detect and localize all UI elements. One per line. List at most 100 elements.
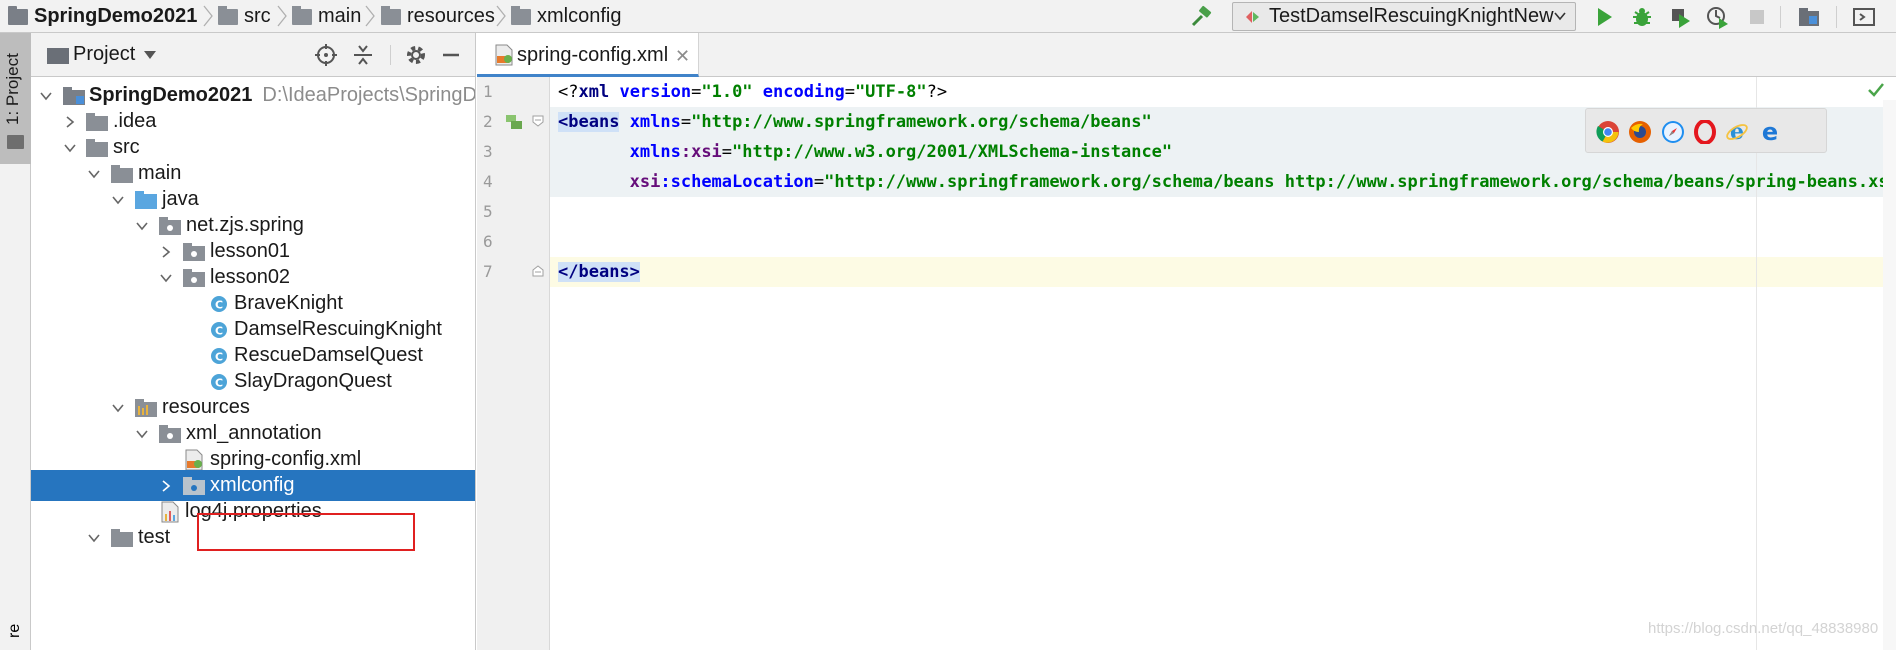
chevron-right-icon[interactable]	[159, 245, 173, 259]
xml-attr-value: "http://www.springframework.org/schema/b…	[824, 172, 1896, 192]
xml-tag-open: <	[558, 112, 569, 132]
annotation-highlight-box	[197, 513, 415, 551]
chevron-down-icon[interactable]	[159, 271, 173, 285]
project-tool-tab[interactable]: 1: Project	[0, 33, 31, 164]
spring-bean-gutter-icon[interactable]	[505, 114, 523, 130]
breadcrumb-src[interactable]: src	[218, 0, 271, 33]
editor-gutter: 1 2 3 4 5 6 7	[477, 77, 550, 650]
ie-icon[interactable]: e	[1725, 120, 1749, 144]
xml-file-icon	[495, 44, 513, 66]
project-icon	[47, 48, 69, 64]
tab-spring-config-xml[interactable]: spring-config.xml ✕	[477, 33, 699, 77]
xml-tag-close: >	[629, 262, 640, 282]
code-line-4: xsi:schemaLocation="http://www.springfra…	[550, 167, 1896, 197]
source-folder-icon	[135, 191, 157, 209]
build-hammer-icon[interactable]	[1190, 5, 1214, 29]
safari-icon[interactable]	[1661, 120, 1685, 144]
toolbar-divider	[1836, 6, 1837, 28]
project-structure-icon[interactable]	[1797, 5, 1821, 29]
editor-scrollbar[interactable]	[1883, 100, 1896, 650]
folder-icon	[292, 5, 312, 25]
right-margin-guide	[1756, 77, 1757, 650]
breadcrumb-main[interactable]: main	[292, 0, 361, 33]
project-panel: Project SpringDemo2021 D:\IdeaProjects\Sp…	[31, 33, 476, 650]
chevron-down-icon[interactable]	[111, 401, 125, 415]
browser-launch-bar: e e	[1585, 108, 1827, 153]
chevron-down-icon[interactable]	[135, 219, 149, 233]
resources-folder-icon	[135, 399, 157, 417]
svg-text:C: C	[215, 377, 223, 390]
breadcrumb-src-label: src	[244, 5, 271, 27]
editor-tab-bar: spring-config.xml ✕	[477, 33, 1896, 77]
debug-icon[interactable]	[1630, 5, 1654, 29]
code-area[interactable]: <?xml version="1.0" encoding="UTF-8"?> <…	[550, 77, 1896, 650]
chevron-down-icon[interactable]	[63, 141, 77, 155]
xml-attr: xmlns	[629, 142, 681, 162]
xml-decl-open: <?	[558, 82, 579, 102]
svg-text:C: C	[215, 299, 223, 312]
opera-icon[interactable]	[1693, 120, 1717, 144]
watermark: https://blog.csdn.net/qq_48838980	[1648, 620, 1879, 637]
tab-label: spring-config.xml	[517, 44, 669, 66]
fold-icon[interactable]	[531, 114, 545, 128]
gear-icon[interactable]	[404, 43, 428, 67]
package-icon	[159, 217, 181, 235]
chevron-right-icon[interactable]	[159, 479, 173, 493]
presentation-icon[interactable]	[1852, 5, 1876, 29]
stop-icon[interactable]	[1745, 5, 1769, 29]
code-line-7: </beans>	[550, 257, 1896, 287]
java-class-icon: C	[209, 295, 229, 313]
line-number: 3	[483, 142, 493, 161]
xml-tag-name: beans	[568, 112, 620, 132]
breadcrumb-resources[interactable]: resources	[381, 0, 495, 33]
chevron-down-icon[interactable]	[87, 531, 101, 545]
code-line-1: <?xml version="1.0" encoding="UTF-8"?>	[558, 82, 948, 102]
breadcrumb-separator-icon	[365, 5, 375, 27]
fold-icon[interactable]	[531, 264, 545, 278]
breadcrumb-separator-icon	[203, 5, 213, 27]
xml-attr-value: "http://www.w3.org/2001/XMLSchema-instan…	[732, 142, 1173, 162]
package-icon	[183, 243, 205, 261]
breadcrumb-xmlconfig[interactable]: xmlconfig	[511, 0, 621, 33]
chevron-down-icon[interactable]	[143, 49, 157, 61]
chevron-down-icon[interactable]	[135, 427, 149, 441]
hide-icon[interactable]	[439, 43, 463, 67]
structure-tool-tab[interactable]: re	[6, 624, 24, 638]
project-panel-title[interactable]: Project	[73, 43, 135, 66]
firefox-icon[interactable]	[1628, 120, 1652, 144]
locate-icon[interactable]	[314, 43, 338, 67]
xml-tag-name: beans	[578, 262, 630, 282]
folder-icon	[218, 5, 238, 25]
run-configuration-label: TestDamselRescuingKnightNew	[1269, 5, 1554, 27]
xml-decl-name: xml	[578, 82, 610, 102]
folder-icon	[86, 139, 108, 157]
package-folder-icon	[511, 5, 531, 25]
xml-ns-prefix: xsi	[629, 172, 661, 192]
xml-attr: xmlns	[629, 112, 681, 132]
collapse-all-icon[interactable]	[351, 43, 375, 67]
breadcrumb-resources-label: resources	[407, 5, 495, 27]
breadcrumb-project[interactable]: SpringDemo2021	[8, 0, 197, 33]
run-configuration-dropdown[interactable]: TestDamselRescuingKnightNew	[1232, 2, 1576, 31]
project-root-name: SpringDemo2021	[89, 84, 253, 106]
coverage-icon[interactable]	[1668, 5, 1692, 29]
chrome-icon[interactable]	[1596, 120, 1620, 144]
chevron-down-icon[interactable]	[39, 89, 53, 103]
junit-config-icon	[1246, 10, 1259, 23]
close-icon[interactable]: ✕	[675, 46, 690, 67]
svg-text:C: C	[215, 351, 223, 364]
breadcrumb-project-label: SpringDemo2021	[34, 5, 198, 27]
module-folder-icon	[63, 87, 85, 105]
chevron-right-icon[interactable]	[63, 115, 77, 129]
run-icon[interactable]	[1592, 5, 1616, 29]
profile-icon[interactable]	[1706, 5, 1730, 29]
edge-icon[interactable]: e	[1758, 120, 1782, 144]
xml-attr-value: "http://www.springframework.org/schema/b…	[691, 112, 1152, 132]
chevron-down-icon[interactable]	[87, 167, 101, 181]
package-icon	[159, 425, 181, 443]
chevron-down-icon[interactable]	[111, 193, 125, 207]
toolbar-divider	[1780, 6, 1781, 28]
xml-attr: encoding	[762, 82, 845, 102]
